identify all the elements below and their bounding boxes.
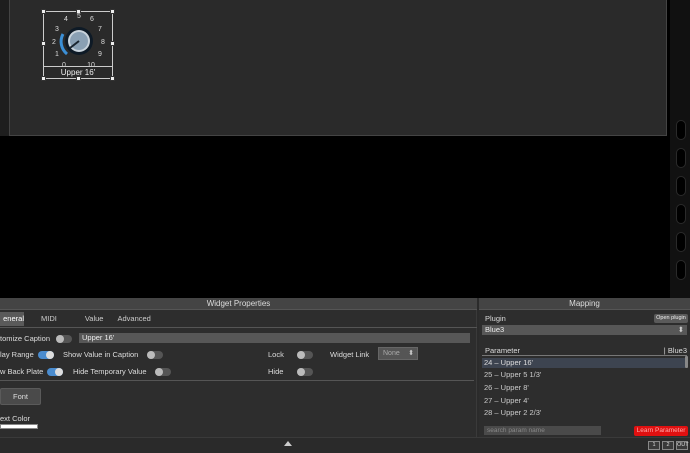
font-button[interactable]: Font — [0, 388, 41, 405]
widget-link-value: None — [383, 350, 400, 357]
scale-label: 7 — [98, 26, 102, 33]
rack-rail — [670, 0, 690, 298]
param-row[interactable]: 28 – Upper 2 2/3' — [484, 408, 541, 417]
rail-slot — [676, 204, 686, 224]
page-1-button[interactable]: 1 — [648, 441, 660, 450]
show-value-toggle[interactable] — [147, 351, 163, 359]
rail-slot — [676, 148, 686, 168]
scale-label: 4 — [64, 16, 68, 23]
scale-label: 5 — [77, 13, 81, 20]
resize-handle[interactable] — [110, 9, 115, 14]
rail-slot — [676, 232, 686, 252]
chevron-updown-icon: ⬍ — [677, 325, 684, 334]
param-header-plugin: | Blue3 — [663, 346, 687, 355]
resize-handle[interactable] — [110, 41, 115, 46]
divider — [0, 380, 474, 381]
plugin-label: Plugin — [485, 314, 506, 323]
customize-caption-label: tomize Caption — [0, 334, 51, 343]
param-search-input[interactable]: search param name — [484, 426, 601, 435]
learn-parameter-button[interactable]: Learn Parameter — [634, 426, 688, 436]
widget-properties-panel: Widget Properties eneral MIDI Value Adva… — [0, 298, 477, 437]
bottom-panel: Widget Properties eneral MIDI Value Adva… — [0, 298, 690, 453]
param-row[interactable]: 24 – Upper 16' — [482, 358, 685, 368]
lock-toggle[interactable] — [297, 351, 313, 359]
open-plugin-button[interactable]: Open plugin — [654, 314, 688, 323]
param-header: Parameter | Blue3 — [482, 346, 687, 356]
tab-general[interactable]: eneral — [0, 312, 24, 326]
text-color-label: ext Color — [0, 414, 31, 423]
scale-label: 8 — [101, 39, 105, 46]
widget-link-select[interactable]: None ⬍ — [378, 347, 418, 360]
canvas-area: 0 1 2 3 4 5 6 7 8 9 10 Upper 16' — [0, 0, 690, 298]
hide-label: Hide — [268, 367, 284, 376]
hide-temp-label: Hide Temporary Value — [73, 367, 147, 376]
panel-title: Mapping — [479, 298, 690, 310]
knob-caption: Upper 16' — [44, 66, 112, 78]
hide-temp-toggle[interactable] — [155, 368, 171, 376]
scale-label: 2 — [52, 39, 56, 46]
text-color-swatch[interactable] — [0, 424, 38, 429]
knob-widget[interactable]: 0 1 2 3 4 5 6 7 8 9 10 Upper 16' — [41, 9, 115, 81]
rail-slot — [676, 176, 686, 196]
display-range-label: lay Range — [0, 350, 34, 359]
param-header-label: Parameter — [485, 346, 521, 355]
expand-up-icon[interactable] — [284, 441, 292, 446]
customize-caption-toggle[interactable] — [56, 335, 72, 343]
widget-link-label: Widget Link — [330, 350, 370, 359]
panel-left-strip — [0, 0, 9, 136]
hide-toggle[interactable] — [297, 368, 313, 376]
out-button[interactable]: OUT — [676, 441, 689, 450]
rail-slot — [676, 260, 686, 280]
tab-bar: eneral MIDI Value Advanced — [0, 312, 159, 326]
param-row[interactable]: 26 – Upper 8' — [484, 383, 529, 392]
tab-value[interactable]: Value — [65, 312, 112, 326]
scrollbar[interactable] — [685, 356, 688, 368]
mapping-panel: Mapping Plugin Open plugin Blue3 ⬍ Param… — [479, 298, 690, 437]
chevron-updown-icon: ⬍ — [408, 350, 414, 357]
back-plate-toggle[interactable] — [47, 368, 63, 376]
knob-dial[interactable]: 0 1 2 3 4 5 6 7 8 9 10 — [49, 12, 109, 68]
tab-midi[interactable]: MIDI — [24, 312, 65, 326]
back-plate-label: w Back Plate — [0, 367, 44, 376]
divider — [0, 327, 477, 328]
resize-handle[interactable] — [41, 41, 46, 46]
page-2-button[interactable]: 2 — [662, 441, 674, 450]
scale-label: 3 — [55, 26, 59, 33]
plugin-value: Blue3 — [485, 325, 505, 334]
caption-field[interactable]: Upper 16' — [79, 333, 470, 343]
param-row[interactable]: 25 – Upper 5 1/3' — [484, 370, 541, 379]
resize-handle[interactable] — [41, 9, 46, 14]
rail-slot — [676, 120, 686, 140]
panel-title: Widget Properties — [0, 298, 477, 310]
lock-label: Lock — [268, 350, 284, 359]
status-bar: 1 2 OUT — [0, 437, 690, 453]
scale-label: 1 — [55, 51, 59, 58]
scale-label: 6 — [90, 16, 94, 23]
scale-label: 9 — [98, 51, 102, 58]
show-value-label: Show Value in Caption — [63, 350, 139, 359]
display-range-toggle[interactable] — [38, 351, 54, 359]
param-row[interactable]: 27 – Upper 4' — [484, 396, 529, 405]
plugin-select[interactable]: Blue3 ⬍ — [482, 325, 687, 335]
tab-advanced[interactable]: Advanced — [111, 312, 158, 326]
